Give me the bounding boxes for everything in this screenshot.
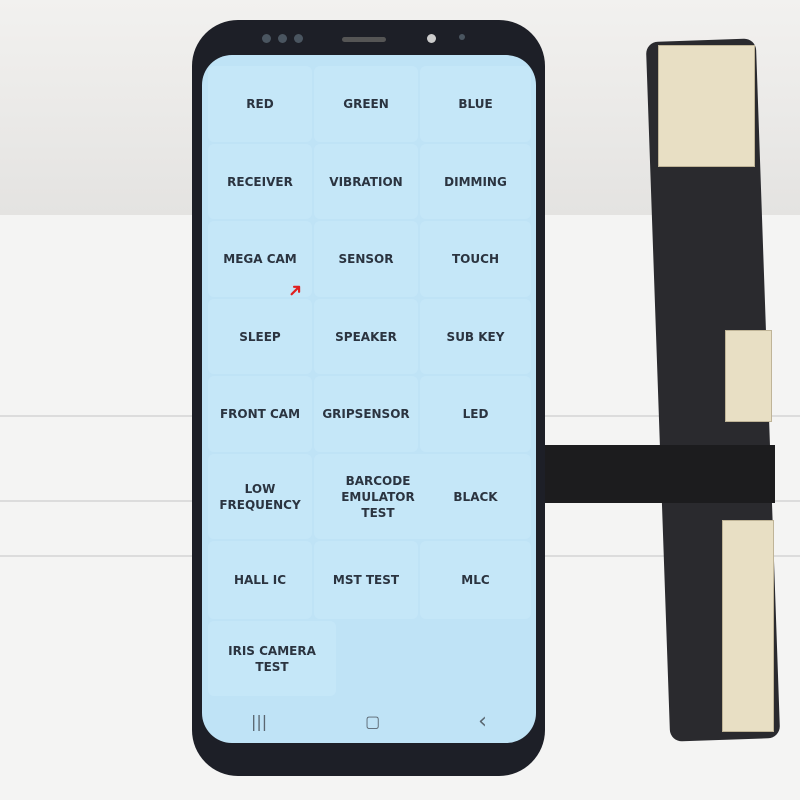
menu-item-receiver[interactable]: RECEIVER <box>208 144 312 219</box>
tape <box>722 520 774 732</box>
front-camera-icon <box>427 34 436 43</box>
tape <box>725 330 772 422</box>
phone: RED GREEN BLUE RECEIVER VIBRATION DIMMING MEGA… <box>192 20 545 776</box>
sensor-icon <box>294 34 303 43</box>
menu-item-mst-test[interactable]: MST TEST <box>314 541 418 619</box>
front-camera-icon <box>459 34 465 40</box>
menu-item-gripsensor[interactable]: GRIPSENSOR <box>314 376 418 452</box>
screen: RED GREEN BLUE RECEIVER VIBRATION DIMMING MEGA… <box>202 55 536 743</box>
menu-item-green[interactable]: GREEN <box>314 66 418 142</box>
menu-item-iris-camera-test[interactable]: IRIS CAMERA TEST <box>208 621 336 696</box>
back-button[interactable]: ‹ <box>478 709 487 734</box>
menu-item-touch[interactable]: TOUCH <box>420 221 531 297</box>
home-button[interactable]: ▢ <box>365 712 380 731</box>
recents-button[interactable]: ||| <box>251 712 267 731</box>
menu-item-sensor[interactable]: SENSOR <box>314 221 418 297</box>
sensor-icon <box>262 34 271 43</box>
menu-item-sub-key[interactable]: SUB KEY <box>420 299 531 374</box>
menu-item-black[interactable]: BLACK <box>420 454 531 539</box>
menu-item-low-frequency[interactable]: LOW FREQUENCY <box>208 454 312 539</box>
menu-item-mlc[interactable]: MLC <box>420 541 531 619</box>
menu-item-speaker[interactable]: SPEAKER <box>314 299 418 374</box>
earpiece <box>342 37 386 42</box>
menu-item-hall-ic[interactable]: HALL IC <box>208 541 312 619</box>
sensor-icon <box>278 34 287 43</box>
menu-item-led[interactable]: LED <box>420 376 531 452</box>
menu-item-red[interactable]: RED <box>208 66 312 142</box>
menu-item-front-cam[interactable]: FRONT CAM <box>208 376 312 452</box>
black-strap <box>545 445 775 503</box>
menu-item-vibration[interactable]: VIBRATION <box>314 144 418 219</box>
menu-item-dimming[interactable]: DIMMING <box>420 144 531 219</box>
navigation-bar: ||| ▢ ‹ <box>202 699 536 743</box>
tape <box>658 45 755 167</box>
menu-item-sleep[interactable]: SLEEP <box>208 299 312 374</box>
menu-item-blue[interactable]: BLUE <box>420 66 531 142</box>
